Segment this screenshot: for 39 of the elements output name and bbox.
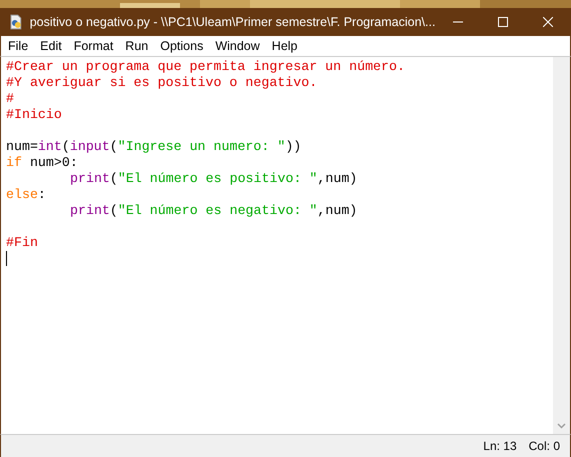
menu-item[interactable]: Edit — [35, 39, 69, 53]
code-token: ,num) — [317, 203, 358, 219]
scrollbar[interactable] — [553, 57, 570, 434]
code-token: )) — [285, 139, 302, 155]
code-token: #Y averiguar si es positivo o negativo. — [6, 75, 318, 91]
menu-item[interactable]: Options — [155, 39, 210, 53]
code-token: num>0: — [28, 155, 78, 171]
code-token: #Crear un programa que permita ingresar un número. — [6, 59, 405, 75]
code-token: : — [38, 187, 46, 203]
text-cursor — [6, 251, 7, 266]
code-token: int — [38, 139, 62, 155]
close-icon[interactable] — [543, 17, 554, 27]
code-token: ( — [110, 139, 118, 155]
code-token: if — [6, 155, 22, 171]
code-token: "El número es positivo: " — [118, 171, 318, 187]
menu-item[interactable]: File — [3, 39, 36, 53]
code-token: ( — [110, 171, 118, 187]
code-token: #Fin — [6, 235, 38, 251]
menu-item[interactable]: Run — [120, 39, 156, 53]
code-token: else — [6, 187, 38, 203]
code-token: "El número es negativo: " — [118, 203, 318, 219]
code-token: print — [69, 171, 110, 187]
menu-item[interactable]: Format — [68, 39, 120, 53]
maximize-icon[interactable] — [498, 17, 508, 27]
code-token: num= — [6, 139, 38, 155]
code-token: ( — [110, 203, 118, 219]
code-token: #Inicio — [6, 107, 62, 123]
code-token: print — [69, 203, 110, 219]
window-title: positivo o negativo.py - \\PC1\Uleam\Primer semestre\F. Programacion\... — [30, 15, 436, 29]
code-token: input — [70, 139, 110, 155]
code-token: # — [6, 91, 14, 107]
code-token: "Ingrese un numero: " — [118, 139, 286, 155]
menu-item[interactable]: Help — [266, 39, 305, 53]
code-token: ,num) — [317, 171, 358, 187]
line-number: Ln: 13 — [483, 439, 517, 453]
menu-item[interactable]: Window — [210, 39, 267, 53]
column-number: Col: 0 — [528, 439, 560, 453]
python-file-icon — [8, 14, 24, 30]
code-token: ( — [62, 139, 70, 155]
